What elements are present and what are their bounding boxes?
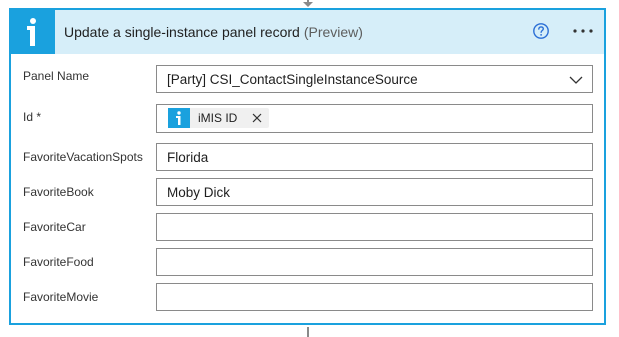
close-icon[interactable] [252, 113, 262, 123]
more-options-icon[interactable] [571, 22, 595, 40]
favorite-food-row: FavoriteFood [11, 247, 604, 277]
imis-token-icon [168, 108, 190, 128]
action-card-header[interactable]: Update a single-instance panel record (Pr… [11, 10, 604, 54]
panel-name-label: Panel Name [23, 69, 90, 83]
favorite-vacation-spots-value: Florida [167, 150, 209, 165]
panel-name-value: [Party] CSI_ContactSingleInstanceSource [167, 72, 418, 87]
favorite-vacation-spots-label: FavoriteVacationSpots [23, 150, 143, 164]
panel-name-select[interactable]: [Party] CSI_ContactSingleInstanceSource [156, 65, 593, 93]
favorite-book-row: FavoriteBook Moby Dick [11, 177, 604, 207]
favorite-book-label: FavoriteBook [23, 185, 94, 199]
id-row: Id * iMIS ID [11, 104, 604, 134]
favorite-movie-input[interactable] [156, 283, 593, 311]
help-circle-icon[interactable] [532, 22, 550, 40]
id-field[interactable]: iMIS ID [156, 104, 593, 133]
favorite-car-row: FavoriteCar [11, 212, 604, 242]
favorite-book-value: Moby Dick [167, 185, 231, 200]
favorite-car-label: FavoriteCar [23, 220, 86, 234]
favorite-car-input[interactable] [156, 213, 593, 241]
action-title: Update a single-instance panel record (Pr… [64, 24, 363, 40]
token-label: iMIS ID [198, 111, 238, 125]
flow-connector-bottom [307, 327, 309, 337]
favorite-book-input[interactable]: Moby Dick [156, 178, 593, 206]
imis-logo-icon [11, 10, 55, 54]
favorite-movie-row: FavoriteMovie [11, 282, 604, 312]
action-title-text: Update a single-instance panel record [64, 24, 300, 40]
panel-name-row: Panel Name [Party] CSI_ContactSingleInst… [11, 64, 604, 94]
dynamic-content-token[interactable]: iMIS ID [168, 108, 269, 128]
chevron-down-icon [569, 76, 583, 84]
preview-tag: (Preview) [303, 24, 363, 40]
id-label: Id * [23, 110, 42, 124]
favorite-food-input[interactable] [156, 248, 593, 276]
favorite-vacation-spots-input[interactable]: Florida [156, 143, 593, 171]
action-card: Update a single-instance panel record (Pr… [9, 8, 606, 325]
favorite-movie-label: FavoriteMovie [23, 290, 99, 304]
flow-connector-arrow [303, 2, 313, 7]
favorite-food-label: FavoriteFood [23, 255, 94, 269]
favorite-vacation-spots-row: FavoriteVacationSpots Florida [11, 142, 604, 172]
